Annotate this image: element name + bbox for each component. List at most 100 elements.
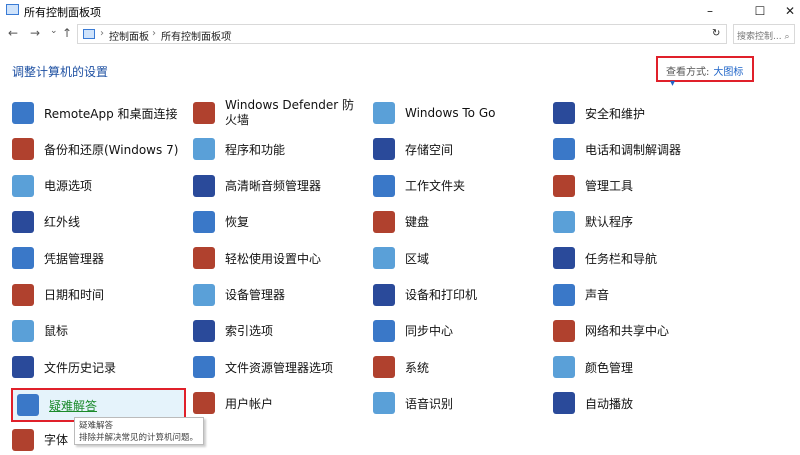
control-panel-item[interactable]: 鼠标: [12, 316, 188, 346]
up-button[interactable]: ↑: [62, 26, 72, 40]
refresh-button[interactable]: ↻: [712, 28, 720, 39]
recent-locations-button[interactable]: ⌄: [50, 26, 58, 36]
control-panel-item[interactable]: 日期和时间: [12, 280, 188, 310]
item-label: 高清晰音频管理器: [225, 179, 322, 194]
item-label: 同步中心: [405, 324, 454, 339]
control-panel-icon: [83, 29, 95, 39]
title-bar: 所有控制面板项 – ☐ ✕: [0, 0, 800, 22]
control-panel-item[interactable]: 文件历史记录: [12, 352, 188, 382]
close-button[interactable]: ✕: [775, 2, 800, 20]
control-panel-item[interactable]: 用户帐户: [193, 388, 369, 418]
control-panel-item[interactable]: 存储空间: [373, 134, 549, 164]
item-icon: [193, 319, 215, 342]
control-panel-item[interactable]: 工作文件夹: [373, 171, 549, 201]
minimize-button[interactable]: –: [695, 2, 725, 20]
control-panel-item[interactable]: Windows Defender 防火墙: [193, 98, 369, 128]
item-label: 电话和调制解调器: [585, 142, 682, 157]
item-label: 网络和共享中心: [585, 324, 670, 339]
item-label: 设备和打印机: [405, 288, 478, 302]
item-icon: [193, 356, 215, 379]
item-icon: [373, 247, 395, 270]
item-label: 颜色管理: [585, 360, 634, 375]
item-icon: [193, 102, 215, 124]
item-label: Windows To Go: [405, 106, 496, 120]
control-panel-item[interactable]: 设备和打印机: [373, 280, 549, 310]
control-panel-item[interactable]: 文件资源管理器选项: [193, 352, 369, 382]
maximize-button[interactable]: ☐: [745, 2, 775, 20]
item-label: 电源选项: [44, 179, 93, 194]
control-panel-item[interactable]: 声音: [553, 280, 729, 310]
item-label: 管理工具: [585, 179, 634, 194]
item-label: 鼠标: [44, 324, 69, 339]
item-label: 索引选项: [225, 324, 274, 339]
control-panel-item[interactable]: 网络和共享中心: [553, 316, 729, 346]
control-panel-item[interactable]: 默认程序: [553, 207, 729, 237]
breadcrumb-all-items[interactable]: 所有控制面板项: [161, 28, 231, 43]
item-icon: [193, 247, 215, 270]
control-panel-item[interactable]: Windows To Go: [373, 98, 549, 128]
view-by-selector[interactable]: 查看方式: 大图标 ▾: [656, 56, 754, 89]
control-panel-item[interactable]: 任务栏和导航: [553, 243, 729, 273]
control-panel-item[interactable]: 恢复: [193, 207, 369, 237]
item-icon: [12, 102, 34, 124]
item-icon: [12, 210, 34, 233]
item-icon: [373, 210, 395, 233]
control-panel-item[interactable]: 语音识别: [373, 388, 549, 418]
item-icon: [553, 247, 575, 270]
item-icon: [193, 210, 215, 233]
control-panel-item[interactable]: 系统: [373, 352, 549, 382]
dropdown-arrow-icon: ▾: [670, 78, 676, 89]
control-panel-item[interactable]: 电源选项: [12, 171, 188, 201]
item-label: 区域: [405, 251, 430, 266]
item-label: 用户帐户: [225, 396, 274, 411]
item-icon: [193, 283, 215, 306]
item-icon: [553, 102, 575, 124]
item-icon: [373, 356, 395, 379]
item-label: 字体: [44, 433, 69, 448]
item-label: 文件资源管理器选项: [225, 360, 334, 375]
control-panel-item[interactable]: 红外线: [12, 207, 188, 237]
control-panel-item[interactable]: 键盘: [373, 207, 549, 237]
control-panel-item[interactable]: 轻松使用设置中心: [193, 243, 369, 273]
item-icon: [553, 138, 575, 161]
search-input[interactable]: 搜索控制... ⌕: [733, 24, 795, 44]
item-icon: [373, 102, 395, 124]
item-label: 轻松使用设置中心: [225, 251, 322, 266]
control-panel-item[interactable]: 电话和调制解调器: [553, 134, 729, 164]
item-label: 凭据管理器: [44, 251, 105, 266]
navigation-bar: ← → ⌄ ↑ › 控制面板 › 所有控制面板项 › ↻ 搜索控制... ⌕: [0, 24, 800, 44]
control-panel-item[interactable]: RemoteApp 和桌面连接: [12, 98, 188, 128]
tooltip-text: 排除并解决常见的计算机问题。: [79, 433, 199, 443]
item-icon: [12, 247, 34, 270]
control-panel-item[interactable]: 凭据管理器: [12, 243, 188, 273]
control-panel-item[interactable]: 同步中心: [373, 316, 549, 346]
item-icon: [373, 138, 395, 161]
control-panel-item[interactable]: 高清晰音频管理器: [193, 171, 369, 201]
control-panel-item[interactable]: 设备管理器: [193, 280, 369, 310]
tooltip: 疑难解答 排除并解决常见的计算机问题。: [74, 417, 204, 445]
item-icon: [553, 356, 575, 379]
control-panel-item[interactable]: 自动播放: [553, 388, 729, 418]
item-label: 键盘: [405, 215, 430, 230]
control-panel-item[interactable]: 安全和维护: [553, 98, 729, 128]
control-panel-item[interactable]: 颜色管理: [553, 352, 729, 382]
address-bar[interactable]: › 控制面板 › 所有控制面板项 › ↻: [77, 24, 727, 44]
tooltip-title: 疑难解答: [79, 421, 114, 431]
item-label: 疑难解答: [49, 398, 98, 413]
forward-button[interactable]: →: [30, 26, 40, 40]
breadcrumb-control-panel[interactable]: 控制面板: [109, 28, 149, 43]
item-label: 恢复: [225, 215, 250, 230]
control-panel-item[interactable]: 程序和功能: [193, 134, 369, 164]
item-icon: [193, 392, 215, 415]
control-panel-item[interactable]: 备份和还原(Windows 7): [12, 134, 188, 164]
page-title: 调整计算机的设置: [12, 65, 109, 79]
view-by-value[interactable]: 大图标: [713, 67, 743, 78]
control-panel-item[interactable]: 索引选项: [193, 316, 369, 346]
item-icon: [373, 319, 395, 342]
control-panel-item[interactable]: 管理工具: [553, 171, 729, 201]
view-by-label: 查看方式:: [666, 67, 710, 78]
breadcrumb-separator: ›: [100, 28, 104, 39]
back-button[interactable]: ←: [8, 26, 18, 40]
control-panel-item[interactable]: 区域: [373, 243, 549, 273]
item-icon: [12, 283, 34, 306]
